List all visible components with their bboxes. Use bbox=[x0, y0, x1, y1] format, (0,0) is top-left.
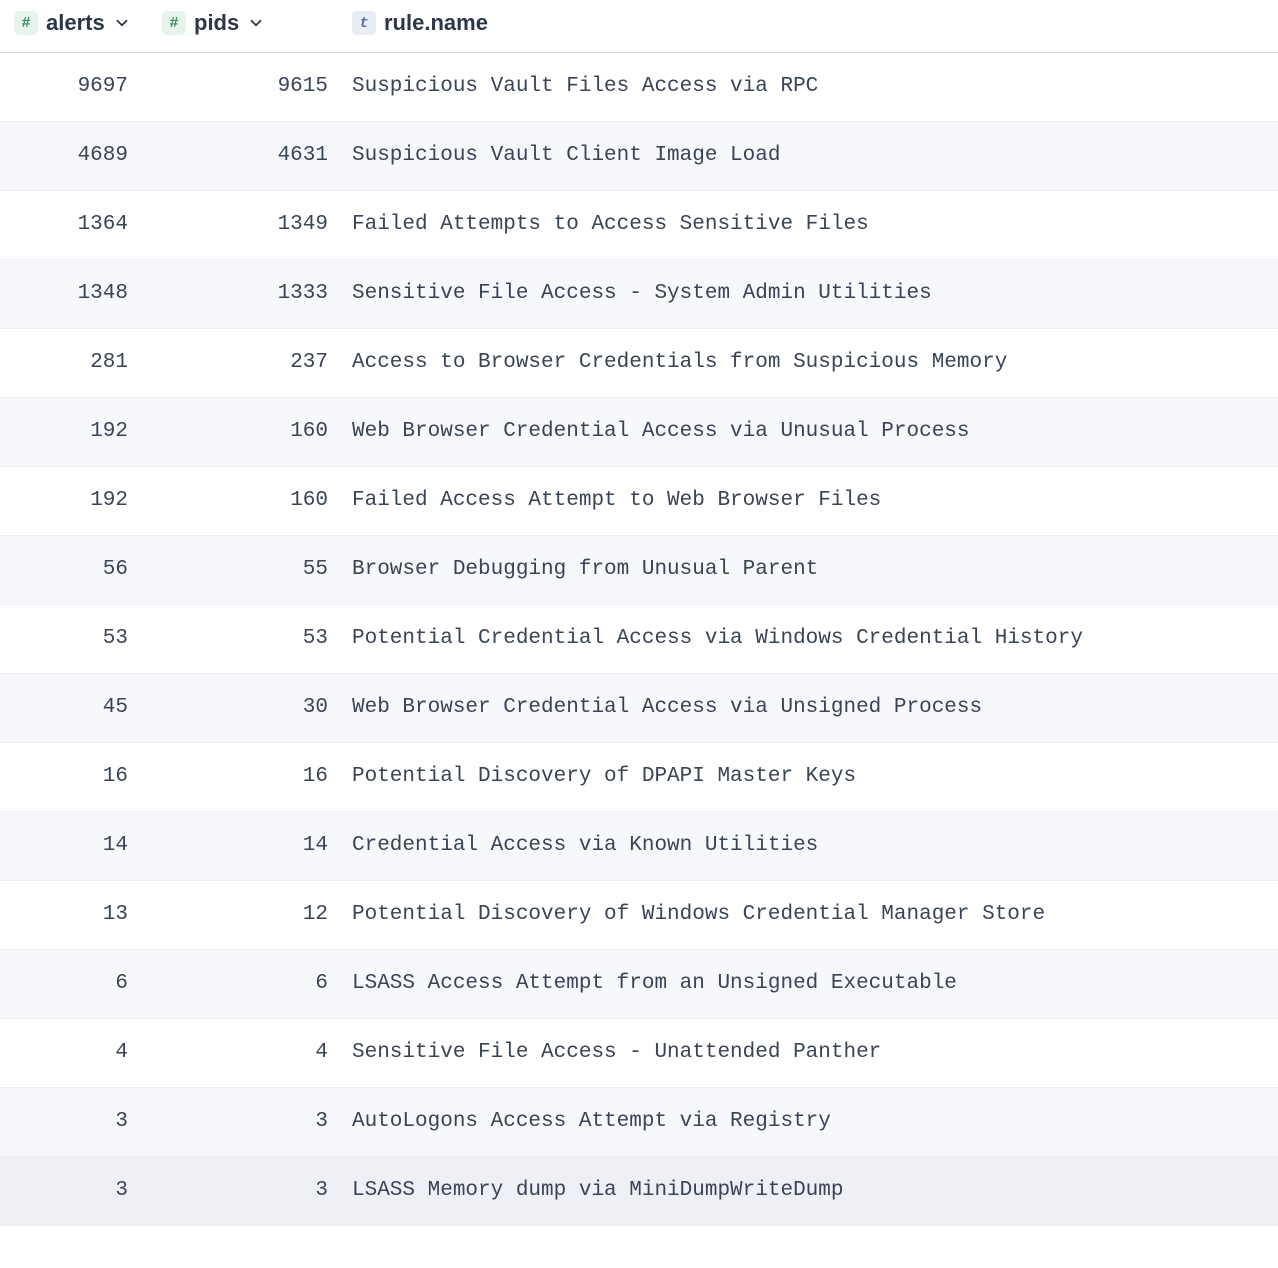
table-row[interactable]: 33LSASS Memory dump via MiniDumpWriteDum… bbox=[0, 1157, 1278, 1226]
column-header-alerts[interactable]: # alerts bbox=[0, 10, 148, 36]
cell-alerts: 281 bbox=[0, 350, 148, 375]
cell-alerts: 1348 bbox=[0, 281, 148, 306]
cell-pids: 55 bbox=[148, 557, 348, 582]
cell-alerts: 45 bbox=[0, 695, 148, 720]
cell-pids: 4 bbox=[148, 1040, 348, 1065]
text-type-icon: t bbox=[352, 11, 376, 35]
cell-alerts: 3 bbox=[0, 1109, 148, 1134]
table-row[interactable]: 96979615Suspicious Vault Files Access vi… bbox=[0, 53, 1278, 122]
cell-rulename: Sensitive File Access - System Admin Uti… bbox=[348, 281, 1278, 306]
cell-rulename: Failed Access Attempt to Web Browser Fil… bbox=[348, 488, 1278, 513]
table-row[interactable]: 44Sensitive File Access - Unattended Pan… bbox=[0, 1019, 1278, 1088]
cell-pids: 1333 bbox=[148, 281, 348, 306]
cell-pids: 237 bbox=[148, 350, 348, 375]
cell-rulename: Potential Discovery of DPAPI Master Keys bbox=[348, 764, 1278, 789]
cell-alerts: 56 bbox=[0, 557, 148, 582]
cell-rulename: Potential Discovery of Windows Credentia… bbox=[348, 902, 1278, 927]
cell-rulename: Suspicious Vault Client Image Load bbox=[348, 143, 1278, 168]
table-row[interactable]: 46894631Suspicious Vault Client Image Lo… bbox=[0, 122, 1278, 191]
cell-rulename: Access to Browser Credentials from Suspi… bbox=[348, 350, 1278, 375]
table-row[interactable]: 5353Potential Credential Access via Wind… bbox=[0, 605, 1278, 674]
cell-rulename: Potential Credential Access via Windows … bbox=[348, 626, 1278, 651]
cell-alerts: 4689 bbox=[0, 143, 148, 168]
column-header-pids[interactable]: # pids bbox=[148, 10, 348, 36]
cell-pids: 53 bbox=[148, 626, 348, 651]
table-row[interactable]: 13641349Failed Attempts to Access Sensit… bbox=[0, 191, 1278, 260]
cell-alerts: 9697 bbox=[0, 74, 148, 99]
cell-pids: 16 bbox=[148, 764, 348, 789]
cell-rulename: Sensitive File Access - Unattended Panth… bbox=[348, 1040, 1278, 1065]
table-row[interactable]: 1616Potential Discovery of DPAPI Master … bbox=[0, 743, 1278, 812]
cell-alerts: 3 bbox=[0, 1178, 148, 1203]
cell-alerts: 13 bbox=[0, 902, 148, 927]
cell-pids: 160 bbox=[148, 419, 348, 444]
cell-rulename: Failed Attempts to Access Sensitive File… bbox=[348, 212, 1278, 237]
cell-alerts: 192 bbox=[0, 419, 148, 444]
cell-alerts: 1364 bbox=[0, 212, 148, 237]
results-table: # alerts # pids t rule.name 96979615Susp… bbox=[0, 0, 1278, 1226]
cell-alerts: 53 bbox=[0, 626, 148, 651]
table-row[interactable]: 33AutoLogons Access Attempt via Registry bbox=[0, 1088, 1278, 1157]
cell-pids: 160 bbox=[148, 488, 348, 513]
cell-rulename: Web Browser Credential Access via Unsign… bbox=[348, 695, 1278, 720]
cell-rulename: LSASS Memory dump via MiniDumpWriteDump bbox=[348, 1178, 1278, 1203]
column-header-rulename-label: rule.name bbox=[384, 10, 488, 36]
table-row[interactable]: 4530Web Browser Credential Access via Un… bbox=[0, 674, 1278, 743]
cell-rulename: Browser Debugging from Unusual Parent bbox=[348, 557, 1278, 582]
cell-alerts: 14 bbox=[0, 833, 148, 858]
table-row[interactable]: 1312Potential Discovery of Windows Crede… bbox=[0, 881, 1278, 950]
cell-rulename: Web Browser Credential Access via Unusua… bbox=[348, 419, 1278, 444]
cell-pids: 1349 bbox=[148, 212, 348, 237]
cell-rulename: LSASS Access Attempt from an Unsigned Ex… bbox=[348, 971, 1278, 996]
number-type-icon: # bbox=[162, 11, 186, 35]
table-row[interactable]: 192160Failed Access Attempt to Web Brows… bbox=[0, 467, 1278, 536]
table-row[interactable]: 281237Access to Browser Credentials from… bbox=[0, 329, 1278, 398]
cell-alerts: 192 bbox=[0, 488, 148, 513]
cell-alerts: 4 bbox=[0, 1040, 148, 1065]
cell-pids: 3 bbox=[148, 1178, 348, 1203]
table-header-row: # alerts # pids t rule.name bbox=[0, 0, 1278, 53]
cell-pids: 9615 bbox=[148, 74, 348, 99]
cell-pids: 3 bbox=[148, 1109, 348, 1134]
table-body: 96979615Suspicious Vault Files Access vi… bbox=[0, 53, 1278, 1226]
table-row[interactable]: 1414Credential Access via Known Utilitie… bbox=[0, 812, 1278, 881]
table-row[interactable]: 66LSASS Access Attempt from an Unsigned … bbox=[0, 950, 1278, 1019]
number-type-icon: # bbox=[14, 11, 38, 35]
cell-rulename: Credential Access via Known Utilities bbox=[348, 833, 1278, 858]
table-row[interactable]: 192160Web Browser Credential Access via … bbox=[0, 398, 1278, 467]
column-header-pids-label: pids bbox=[194, 10, 239, 36]
cell-alerts: 16 bbox=[0, 764, 148, 789]
cell-pids: 30 bbox=[148, 695, 348, 720]
cell-alerts: 6 bbox=[0, 971, 148, 996]
cell-rulename: Suspicious Vault Files Access via RPC bbox=[348, 74, 1278, 99]
chevron-down-icon[interactable] bbox=[247, 14, 265, 32]
chevron-down-icon[interactable] bbox=[113, 14, 131, 32]
column-header-alerts-label: alerts bbox=[46, 10, 105, 36]
cell-pids: 12 bbox=[148, 902, 348, 927]
table-row[interactable]: 13481333Sensitive File Access - System A… bbox=[0, 260, 1278, 329]
cell-pids: 14 bbox=[148, 833, 348, 858]
column-header-rulename[interactable]: t rule.name bbox=[348, 10, 1278, 36]
cell-pids: 6 bbox=[148, 971, 348, 996]
cell-rulename: AutoLogons Access Attempt via Registry bbox=[348, 1109, 1278, 1134]
cell-pids: 4631 bbox=[148, 143, 348, 168]
table-row[interactable]: 5655Browser Debugging from Unusual Paren… bbox=[0, 536, 1278, 605]
